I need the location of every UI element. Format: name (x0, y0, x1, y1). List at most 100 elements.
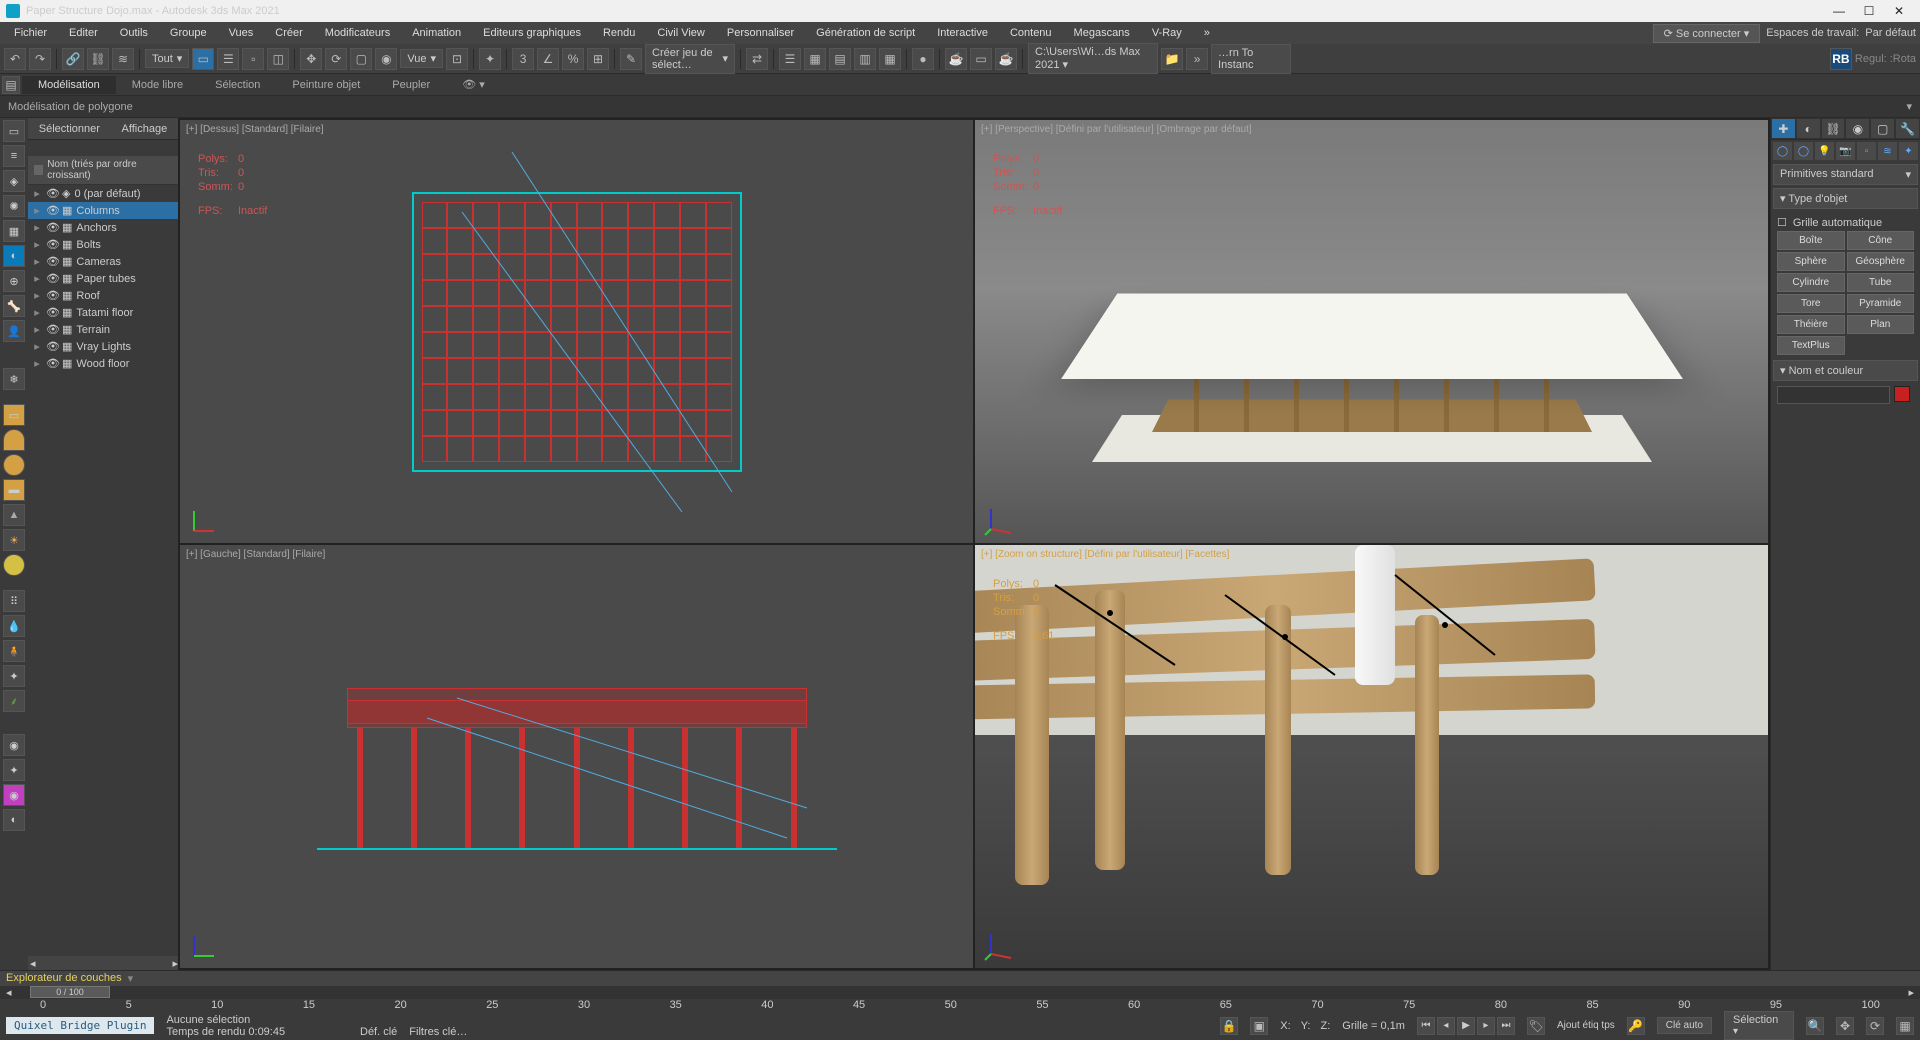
cat-geom-icon[interactable]: ◯ (1773, 142, 1792, 160)
tool-helper-icon[interactable]: ⊕ (3, 270, 25, 292)
scene-tab-display[interactable]: Affichage (122, 123, 168, 135)
instance-tool[interactable]: …rn To Instanc (1211, 44, 1291, 74)
nav-zoom-icon[interactable]: 🔍 (1806, 1017, 1824, 1035)
nav-max-icon[interactable]: ▦ (1896, 1017, 1914, 1035)
ribbon-tab-peupler[interactable]: Peupler (376, 76, 446, 94)
workspace-value[interactable]: Par défaut (1865, 27, 1916, 39)
prim-geosphere-button[interactable]: Géosphère (1847, 252, 1915, 271)
menu-vues[interactable]: Vues (219, 25, 264, 41)
viewport-camera[interactable]: [+] [Zoom on structure] [Défini par l'ut… (975, 545, 1768, 968)
spinner-snap-button[interactable]: ⊞ (587, 48, 609, 70)
layer-row-vraylights[interactable]: ▸👁▦Vray Lights (28, 338, 178, 355)
rb-button[interactable]: RB (1830, 48, 1852, 70)
tool-vray2-icon[interactable]: ✦ (3, 759, 25, 781)
schematic-button[interactable]: ▦ (879, 48, 901, 70)
render-setup-button[interactable]: ☕ (945, 48, 967, 70)
render-button[interactable]: ☕ (995, 48, 1017, 70)
tab-util-icon[interactable]: 🔧 (1895, 118, 1920, 139)
isolate-icon[interactable]: ▣ (1250, 1017, 1268, 1035)
signin-button[interactable]: ⟳ Se connecter ▾ (1653, 24, 1761, 43)
undo-button[interactable]: ↶ (4, 48, 26, 70)
time-slider-thumb[interactable]: 0 / 100 (30, 986, 110, 998)
tool-light-icon[interactable]: ✺ (3, 195, 25, 217)
ribbon-tab-selection[interactable]: Sélection (199, 76, 276, 94)
cat-helpers-icon[interactable]: ▫ (1857, 142, 1876, 160)
next-frame-button[interactable]: ▸ (1477, 1017, 1495, 1035)
tool-layers-icon[interactable]: ≡ (3, 145, 25, 167)
tool-cone-icon[interactable]: ▲ (3, 504, 25, 526)
project-path[interactable]: C:\Users\Wi…ds Max 2021 ▾ (1028, 43, 1158, 74)
viewport-top[interactable]: [+] [Dessus] [Standard] [Filaire] Polys:… (180, 120, 973, 543)
snap-button[interactable]: 3 (512, 48, 534, 70)
menu-fichier[interactable]: Fichier (4, 25, 57, 41)
menu-personnaliser[interactable]: Personnaliser (717, 25, 804, 41)
open-explorer-button[interactable]: 📁 (1161, 48, 1183, 70)
minimize-button[interactable]: — (1824, 1, 1854, 21)
tool-iso-icon[interactable]: ◈ (3, 170, 25, 192)
tab-hierarchy-icon[interactable]: ⛓ (1821, 118, 1846, 139)
rollout-name-color[interactable]: ▾ Nom et couleur (1773, 360, 1918, 381)
tool-select-icon[interactable]: ▭ (3, 120, 25, 142)
ribbon-tab-peinture[interactable]: Peinture objet (276, 76, 376, 94)
menu-animation[interactable]: Animation (402, 25, 471, 41)
tool-box-icon[interactable]: ▭ (3, 404, 25, 426)
tab-create-icon[interactable]: ✚ (1771, 118, 1796, 139)
layer-row-papertubes[interactable]: ▸👁▦Paper tubes (28, 270, 178, 287)
tool-vray1-icon[interactable]: ◉ (3, 734, 25, 756)
cat-lights-icon[interactable]: 💡 (1815, 142, 1834, 160)
menu-modificateurs[interactable]: Modificateurs (315, 25, 400, 41)
prim-pyramid-button[interactable]: Pyramide (1847, 294, 1915, 313)
tab-display-icon[interactable]: ▢ (1870, 118, 1895, 139)
tool-dome-icon[interactable] (3, 429, 25, 451)
scene-tab-select[interactable]: Sélectionner (39, 123, 100, 135)
ribbon-tab-eye[interactable]: 👁 ▾ (446, 75, 501, 94)
named-sel-edit[interactable]: ✎ (620, 48, 642, 70)
rotate-button[interactable]: ⟳ (325, 48, 347, 70)
move-button[interactable]: ✥ (300, 48, 322, 70)
window-crossing-button[interactable]: ◫ (267, 48, 289, 70)
cat-sys-icon[interactable]: ✦ (1899, 142, 1918, 160)
tool-ball-icon[interactable] (3, 554, 25, 576)
layer-row-bolts[interactable]: ▸👁▦Bolts (28, 236, 178, 253)
prim-dropdown[interactable]: Primitives standard▾ (1773, 164, 1918, 185)
tool-person-icon[interactable]: 🧍 (3, 640, 25, 662)
layer-row-cameras[interactable]: ▸👁▦Cameras (28, 253, 178, 270)
menu-interactive[interactable]: Interactive (927, 25, 998, 41)
scale-button[interactable]: ▢ (350, 48, 372, 70)
layer-explorer-button[interactable]: ▦ (804, 48, 826, 70)
autokey-button[interactable]: Clé auto (1657, 1017, 1712, 1034)
viewport-left[interactable]: [+] [Gauche] [Standard] [Filaire] (180, 545, 973, 968)
tool-cyl-icon[interactable]: ▬ (3, 479, 25, 501)
prim-cone-button[interactable]: Cône (1847, 231, 1915, 250)
layer-row-woodfloor[interactable]: ▸👁▦Wood floor (28, 355, 178, 372)
autogrid-checkbox[interactable]: ☐Grille automatique (1777, 214, 1914, 231)
ref-coord[interactable]: Vue▾ (400, 49, 443, 68)
tool-vray3-icon[interactable]: ◉ (3, 784, 25, 806)
tool-scatter-icon[interactable]: ⠿ (3, 590, 25, 612)
tool-active-icon[interactable]: ◐ (3, 245, 25, 267)
mirror-button[interactable]: ⇄ (746, 48, 768, 70)
cat-space-icon[interactable]: ≋ (1878, 142, 1897, 160)
keymode-dropdown[interactable]: Sélection ▾ (1724, 1011, 1794, 1040)
time-slider[interactable]: ◂ 0 / 100 ▸ (0, 986, 1920, 999)
layer-row-columns[interactable]: ▸👁▦Columns (28, 202, 178, 219)
bind-button[interactable]: ≋ (112, 48, 134, 70)
color-swatch[interactable] (1894, 386, 1910, 402)
angle-snap-button[interactable]: ∠ (537, 48, 559, 70)
goto-end-button[interactable]: ⏭ (1497, 1017, 1515, 1035)
material-editor-button[interactable]: ● (912, 48, 934, 70)
select-button[interactable]: ▭ (192, 48, 214, 70)
tab-modify-icon[interactable]: ◐ (1796, 118, 1821, 139)
toggle-ribbon-button[interactable]: ▤ (829, 48, 851, 70)
layer-explorer-bar[interactable]: Explorateur de couches▾ (0, 971, 1920, 986)
prim-box-button[interactable]: Boîte (1777, 231, 1845, 250)
more-tools-button[interactable]: » (1186, 48, 1208, 70)
rollout-type[interactable]: ▾ Type d'objet (1773, 188, 1918, 209)
curve-editor-button[interactable]: ▥ (854, 48, 876, 70)
close-button[interactable]: ✕ (1884, 1, 1914, 21)
viewport-persp-label[interactable]: [+] [Perspective] [Défini par l'utilisat… (981, 124, 1252, 135)
menu-groupe[interactable]: Groupe (160, 25, 217, 41)
prim-teapot-button[interactable]: Théière (1777, 315, 1845, 334)
tool-display-icon[interactable]: ▦ (3, 220, 25, 242)
prim-cylinder-button[interactable]: Cylindre (1777, 273, 1845, 292)
